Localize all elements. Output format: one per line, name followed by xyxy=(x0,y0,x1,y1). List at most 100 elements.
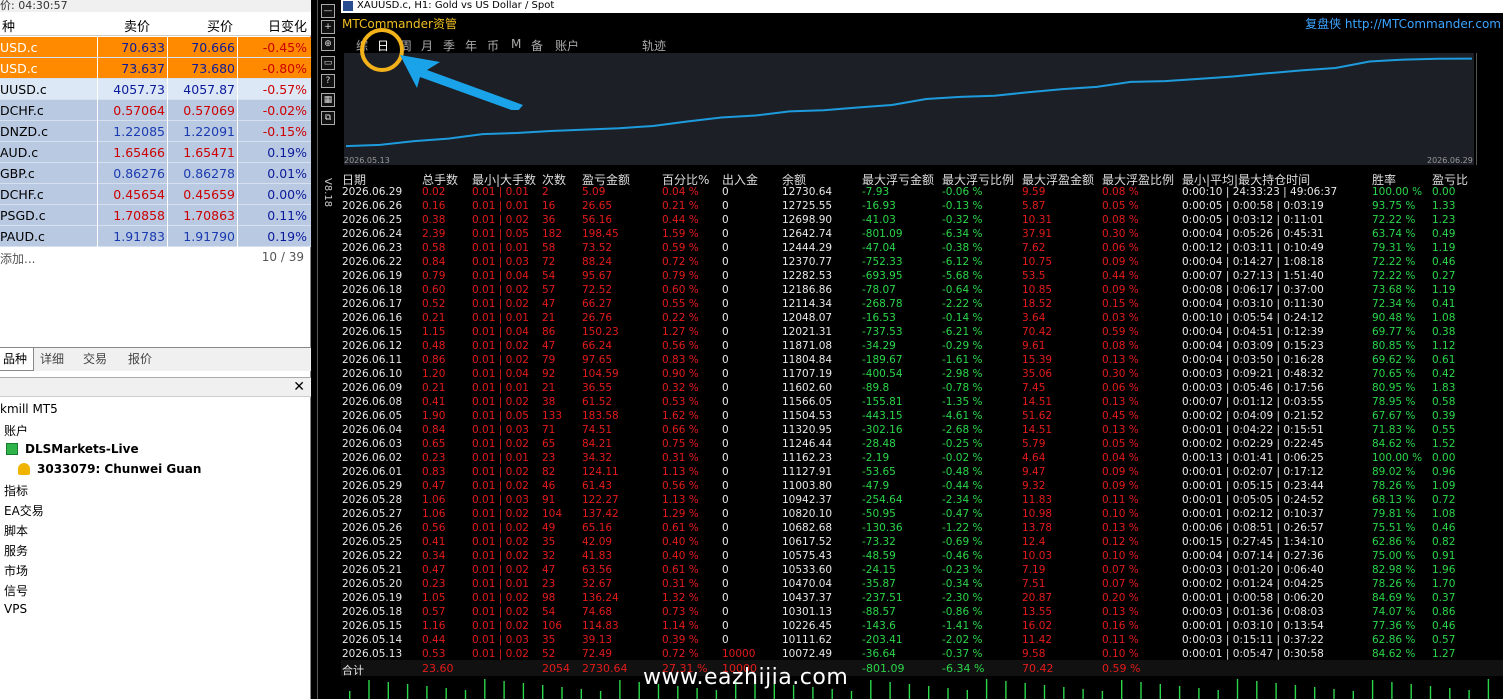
add-symbol-link[interactable]: 添加... xyxy=(0,250,35,267)
table-cell: 0.83 xyxy=(422,466,446,478)
market-watch-row[interactable]: DCHF.c 0.45654 0.45659 0.00% xyxy=(0,184,311,205)
market-watch-row[interactable]: AUD.c 1.65466 1.65471 0.19% xyxy=(0,142,311,163)
table-cell: 72.22 % xyxy=(1372,270,1416,282)
table-cell: -2.30 % xyxy=(942,592,983,604)
tab-ticks[interactable]: 报价 xyxy=(122,348,158,371)
symbol-name: GBP.c xyxy=(0,166,35,181)
table-row: 2026.06.17 0.52 0.01 | 0.02 47 66.27 0.55 % 0 1… xyxy=(342,297,1482,311)
table-row: 2026.06.09 0.21 0.01 | 0.01 21 36.55 0.32 % 0 1… xyxy=(342,381,1482,395)
table-cell: 0.55 xyxy=(1432,424,1456,436)
navigator-item[interactable]: 账户 xyxy=(4,422,28,439)
table-cell: 1.83 xyxy=(1432,382,1456,394)
table-cell: -47.9 xyxy=(862,480,890,492)
navigator-item[interactable]: 市场 xyxy=(4,562,28,579)
table-cell: 54 xyxy=(542,606,556,618)
table-cell: -0.37 % xyxy=(942,648,983,660)
table-cell: 0 xyxy=(722,326,729,338)
table-cell: -189.67 xyxy=(862,354,903,366)
table-cell: 0.11 % xyxy=(1102,634,1139,646)
market-watch-row[interactable]: PAUD.c 1.91783 1.91790 0.19% xyxy=(0,226,311,247)
table-cell: -443.15 xyxy=(862,410,903,422)
table-cell: 84.62 % xyxy=(1372,648,1416,660)
symbol-name: DCHF.c xyxy=(0,187,44,202)
market-watch-time: 价: 04:30:57 xyxy=(0,0,311,12)
daily-change: -0.80% xyxy=(262,61,307,76)
table-cell: 7.51 xyxy=(1022,578,1046,590)
navigator-item[interactable]: DLSMarkets-Live xyxy=(6,442,139,456)
site-link[interactable]: 复盘侠 http://MTCommander.com xyxy=(1305,15,1501,32)
table-cell: 11602.60 xyxy=(782,382,833,394)
restore-icon[interactable]: ⊕ xyxy=(321,37,335,51)
table-cell: 52 xyxy=(542,648,556,660)
market-watch-row[interactable]: DCHF.c 0.57064 0.57069 -0.02% xyxy=(0,100,311,121)
grid-icon[interactable]: ▦ xyxy=(321,93,335,107)
table-cell: 0.46 xyxy=(1432,620,1456,632)
tab-details[interactable]: 详细 xyxy=(34,348,70,371)
table-cell: 63.56 xyxy=(582,564,613,576)
histogram-bar xyxy=(619,680,621,699)
table-cell: -7.93 xyxy=(862,186,890,198)
header-change[interactable]: 日变化 xyxy=(268,16,307,35)
table-cell: 2026.06.17 xyxy=(342,298,403,310)
table-cell: -24.15 xyxy=(862,564,896,576)
table-cell: 0.05 % xyxy=(1102,438,1139,450)
market-watch-row[interactable]: GBP.c 0.86276 0.86278 0.01% xyxy=(0,163,311,184)
navigator-item[interactable]: 指标 xyxy=(4,482,28,499)
table-cell: 0:00:07 | 0:27:13 | 1:51:40 xyxy=(1182,270,1324,282)
table-cell: 183.58 xyxy=(582,410,619,422)
mtc-label[interactable]: MTCommander资管 xyxy=(342,15,457,32)
market-watch-row[interactable]: USD.c 73.637 73.680 -0.80% xyxy=(0,58,311,79)
menu-trace[interactable]: 轨迹 xyxy=(642,37,666,54)
table-cell: 77.36 % xyxy=(1372,620,1416,632)
ask-price: 0.45659 xyxy=(183,187,235,202)
zoom-icon[interactable]: + xyxy=(321,20,335,34)
table-row: 2026.06.25 0.38 0.01 | 0.02 36 56.16 0.44 % 0 1… xyxy=(342,213,1482,227)
close-icon[interactable]: ✕ xyxy=(293,379,305,395)
table-cell: 0 xyxy=(722,522,729,534)
navigator-item[interactable]: kmill MT5 xyxy=(0,402,58,416)
navigator-item[interactable]: 3033079: Chunwei Guan xyxy=(18,462,201,476)
market-watch-header: 种 卖价 买价 日变化 xyxy=(0,12,311,36)
window-icon[interactable]: ▭ xyxy=(321,56,335,70)
table-cell: 10820.10 xyxy=(782,508,833,520)
table-cell: 2026.06.05 xyxy=(342,410,403,422)
navigator-item[interactable]: 脚本 xyxy=(4,522,28,539)
table-cell: 0.01 | 0.02 xyxy=(472,354,529,366)
navigator-item[interactable]: 信号 xyxy=(4,582,28,599)
table-cell: 133 xyxy=(542,410,563,422)
daily-change: 0.01% xyxy=(267,166,307,181)
table-cell: 11.42 xyxy=(1022,634,1053,646)
header-bid[interactable]: 卖价 xyxy=(124,16,150,35)
menu-account[interactable]: 账户 xyxy=(555,37,579,54)
table-cell: 2026.05.20 xyxy=(342,578,403,590)
header-ask[interactable]: 买价 xyxy=(207,16,233,35)
table-cell: -0.44 % xyxy=(942,480,983,492)
menu-m[interactable]: M xyxy=(511,37,521,51)
table-cell: 12048.07 xyxy=(782,312,833,324)
market-watch-row[interactable]: PSGD.c 1.70858 1.70863 0.11% xyxy=(0,205,311,226)
histogram-bar xyxy=(503,681,505,699)
ask-price: 1.91790 xyxy=(183,229,235,244)
daily-change: -0.02% xyxy=(262,103,307,118)
table-cell: 0.41 xyxy=(422,396,446,408)
tab-trading[interactable]: 交易 xyxy=(77,348,113,371)
menu-backup[interactable]: 备 xyxy=(531,37,543,54)
header-symbol[interactable]: 种 xyxy=(2,16,15,35)
market-watch-row[interactable]: DNZD.c 1.22085 1.22091 -0.15% xyxy=(0,121,311,142)
table-cell: -0.25 % xyxy=(942,438,983,450)
table-cell: -0.06 % xyxy=(942,186,983,198)
copy-icon[interactable]: ⧉ xyxy=(321,111,335,125)
tab-symbols[interactable]: 品种 xyxy=(0,348,35,371)
market-watch-row[interactable]: UUSD.c 4057.73 4057.87 -0.57% xyxy=(0,79,311,100)
market-watch-row[interactable]: USD.c 70.633 70.666 -0.45% xyxy=(0,37,311,58)
navigator-item[interactable]: VPS xyxy=(4,602,27,616)
table-cell: 36 xyxy=(542,214,556,226)
navigator-item[interactable]: 服务 xyxy=(4,542,28,559)
minimize-icon[interactable]: — xyxy=(321,4,335,18)
histogram-bar xyxy=(1005,681,1007,699)
help-icon[interactable]: ? xyxy=(321,74,335,88)
navigator-item[interactable]: EA交易 xyxy=(4,502,44,519)
table-cell: 82.98 % xyxy=(1372,564,1416,576)
table-cell: 0 xyxy=(722,298,729,310)
table-cell: 74.07 % xyxy=(1372,606,1416,618)
